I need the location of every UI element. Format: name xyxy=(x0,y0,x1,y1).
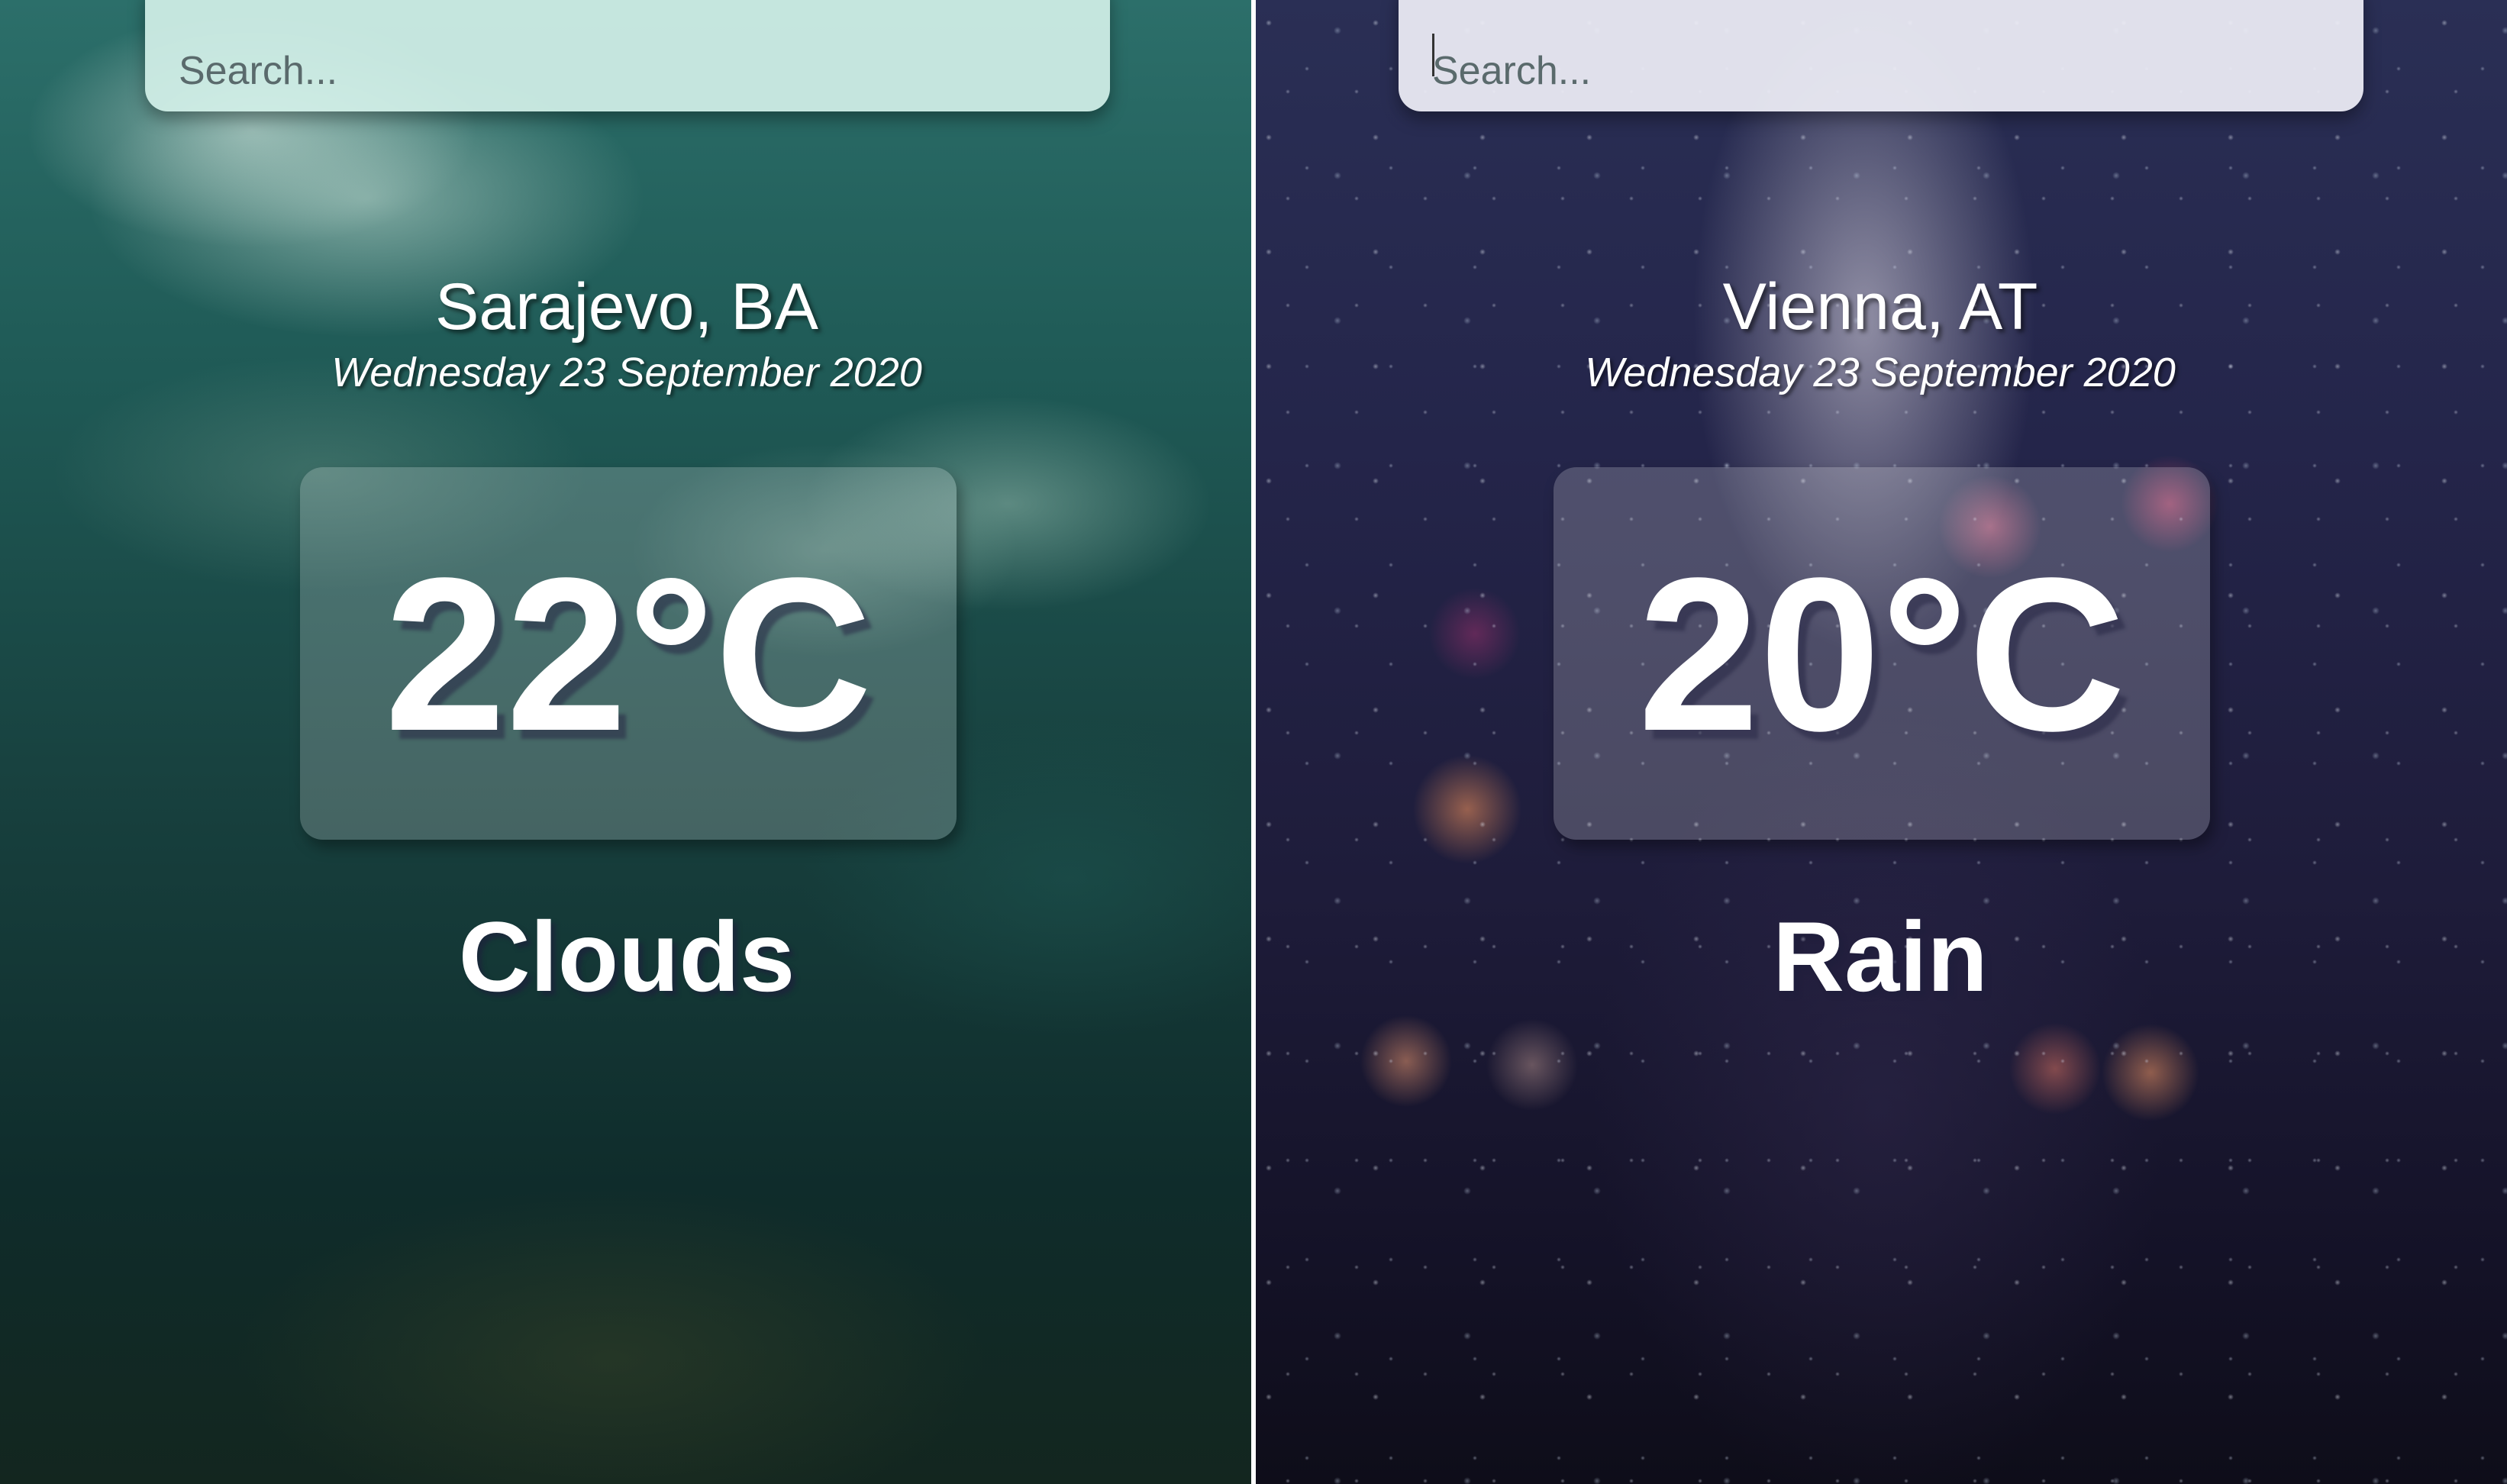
weather-app-clouds: Sarajevo, BA Wednesday 23 September 2020… xyxy=(0,0,1254,1484)
panel-divider xyxy=(1251,0,1256,1484)
weather-condition: Clouds xyxy=(458,901,795,1012)
location-name: Sarajevo, BA xyxy=(435,270,818,344)
temperature-value: 20°C xyxy=(1637,532,2126,776)
screenshot-comparison: Sarajevo, BA Wednesday 23 September 2020… xyxy=(0,0,2507,1484)
temperature-value: 22°C xyxy=(384,532,873,776)
weather-app-rain: Vienna, AT Wednesday 23 September 2020 2… xyxy=(1254,0,2507,1484)
search-input[interactable] xyxy=(1399,0,2363,111)
text-cursor xyxy=(1432,34,1434,76)
current-date: Wednesday 23 September 2020 xyxy=(1585,350,2176,395)
current-date: Wednesday 23 September 2020 xyxy=(331,350,922,395)
search-input[interactable] xyxy=(145,0,1110,111)
temperature-card: 20°C xyxy=(1554,467,2210,840)
location-name: Vienna, AT xyxy=(1722,270,2038,344)
weather-condition: Rain xyxy=(1773,901,1988,1012)
temperature-card: 22°C xyxy=(300,467,957,840)
